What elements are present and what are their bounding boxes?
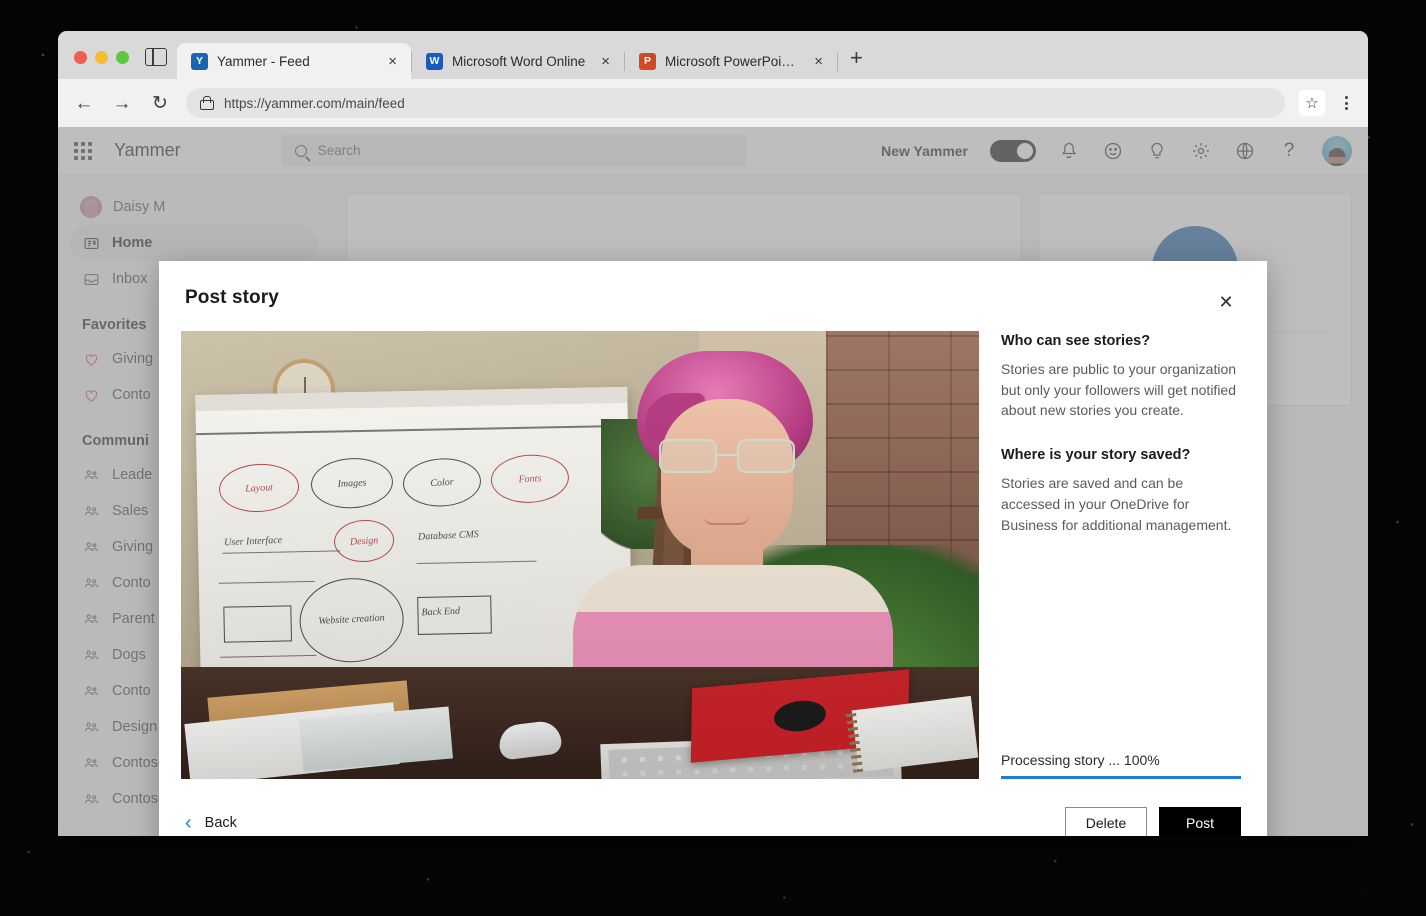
powerpoint-icon: P bbox=[639, 53, 656, 70]
bookmark-star-icon[interactable]: ☆ bbox=[1299, 90, 1325, 116]
dialog-title: Post story bbox=[185, 287, 279, 309]
tab-title: Yammer - Feed bbox=[217, 54, 375, 69]
desktop-background: Y Yammer - Feed × W Microsoft Word Onlin… bbox=[0, 0, 1426, 916]
info-heading-visibility: Who can see stories? bbox=[1001, 333, 1241, 349]
whiteboard-label-left: User Interface bbox=[224, 535, 282, 549]
photo-spiral-notebook bbox=[852, 696, 979, 772]
photo-face bbox=[661, 399, 793, 557]
info-body-visibility: Stories are public to your organization … bbox=[1001, 359, 1241, 421]
dialog-footer: ‹ Back Delete Post bbox=[159, 779, 1267, 836]
yammer-icon: Y bbox=[191, 53, 208, 70]
back-button[interactable]: ‹ Back bbox=[185, 813, 237, 833]
post-button[interactable]: Post bbox=[1159, 807, 1241, 836]
delete-button[interactable]: Delete bbox=[1065, 807, 1147, 836]
tab-title: Microsoft Word Online bbox=[452, 54, 588, 69]
forward-arrow-icon[interactable]: → bbox=[110, 94, 134, 113]
browser-sidebar-toggle-icon[interactable] bbox=[145, 48, 167, 66]
tab-close-icon[interactable]: × bbox=[810, 54, 827, 69]
info-body-storage: Stories are saved and can be accessed in… bbox=[1001, 473, 1241, 535]
photo-smile bbox=[703, 515, 749, 525]
whiteboard-underline bbox=[220, 655, 316, 658]
info-heading-storage: Where is your story saved? bbox=[1001, 447, 1241, 463]
processing-progress-bar bbox=[1001, 776, 1241, 779]
whiteboard-label-backend: Back End bbox=[421, 606, 460, 619]
close-window-button[interactable] bbox=[74, 51, 87, 64]
minimize-window-button[interactable] bbox=[95, 51, 108, 64]
maximize-window-button[interactable] bbox=[116, 51, 129, 64]
whiteboard-underline bbox=[222, 550, 340, 554]
photo-mouse bbox=[497, 719, 563, 760]
browser-toolbar: ← → ↻ https://yammer.com/main/feed ☆ bbox=[58, 79, 1368, 127]
dialog-info-column: Who can see stories? Stories are public … bbox=[1001, 331, 1241, 779]
browser-tab-yammer[interactable]: Y Yammer - Feed × bbox=[177, 43, 411, 79]
whiteboard-rule bbox=[196, 425, 628, 435]
word-icon: W bbox=[426, 53, 443, 70]
browser-tab-powerpoint[interactable]: P Microsoft PowerPoint Online × bbox=[625, 43, 837, 79]
tab-close-icon[interactable]: × bbox=[597, 54, 614, 69]
dialog-actions: Delete Post bbox=[1065, 807, 1241, 836]
whiteboard-circle: Fonts bbox=[490, 453, 570, 505]
dialog-header: Post story ✕ bbox=[159, 261, 1267, 317]
photo-glasses bbox=[659, 439, 795, 473]
whiteboard-circle: Color bbox=[402, 456, 482, 508]
whiteboard-big-circle: Website creation bbox=[297, 575, 405, 665]
whiteboard-rect bbox=[223, 605, 292, 642]
tab-title: Microsoft PowerPoint Online bbox=[665, 54, 801, 69]
lock-icon bbox=[200, 96, 212, 110]
address-bar[interactable]: https://yammer.com/main/feed bbox=[186, 88, 1285, 118]
browser-tab-word[interactable]: W Microsoft Word Online × bbox=[412, 43, 624, 79]
browser-window: Y Yammer - Feed × W Microsoft Word Onlin… bbox=[58, 31, 1368, 836]
back-arrow-icon[interactable]: ← bbox=[72, 94, 96, 113]
chevron-left-icon: ‹ bbox=[185, 813, 192, 833]
whiteboard-circle: Layout bbox=[218, 462, 300, 514]
reload-icon[interactable]: ↻ bbox=[148, 94, 172, 113]
processing-status-label: Processing story ... 100% bbox=[1001, 752, 1241, 768]
whiteboard-circle: Images bbox=[310, 456, 395, 510]
new-tab-button[interactable]: + bbox=[838, 47, 875, 79]
whiteboard-label-right: Database CMS bbox=[418, 529, 479, 543]
story-preview-photo[interactable]: Layout Images Color Fonts Design User In… bbox=[181, 331, 979, 779]
yammer-app: Yammer Search New Yammer bbox=[58, 127, 1368, 836]
photo-desk bbox=[181, 667, 979, 779]
spacer bbox=[1001, 561, 1241, 752]
progress-fill bbox=[1001, 776, 1241, 779]
browser-tab-strip: Y Yammer - Feed × W Microsoft Word Onlin… bbox=[58, 31, 1368, 79]
window-traffic-lights bbox=[68, 51, 139, 79]
back-button-label: Back bbox=[205, 815, 237, 831]
whiteboard-underline bbox=[417, 561, 537, 565]
post-story-dialog: Post story ✕ Layout Imag bbox=[159, 261, 1267, 836]
tab-close-icon[interactable]: × bbox=[384, 54, 401, 69]
address-bar-url: https://yammer.com/main/feed bbox=[224, 96, 405, 111]
whiteboard-underline bbox=[219, 581, 315, 584]
browser-menu-icon[interactable] bbox=[1339, 96, 1354, 110]
whiteboard-center-circle: Design bbox=[333, 518, 395, 563]
close-icon[interactable]: ✕ bbox=[1211, 287, 1241, 317]
dialog-body: Layout Images Color Fonts Design User In… bbox=[159, 317, 1267, 779]
